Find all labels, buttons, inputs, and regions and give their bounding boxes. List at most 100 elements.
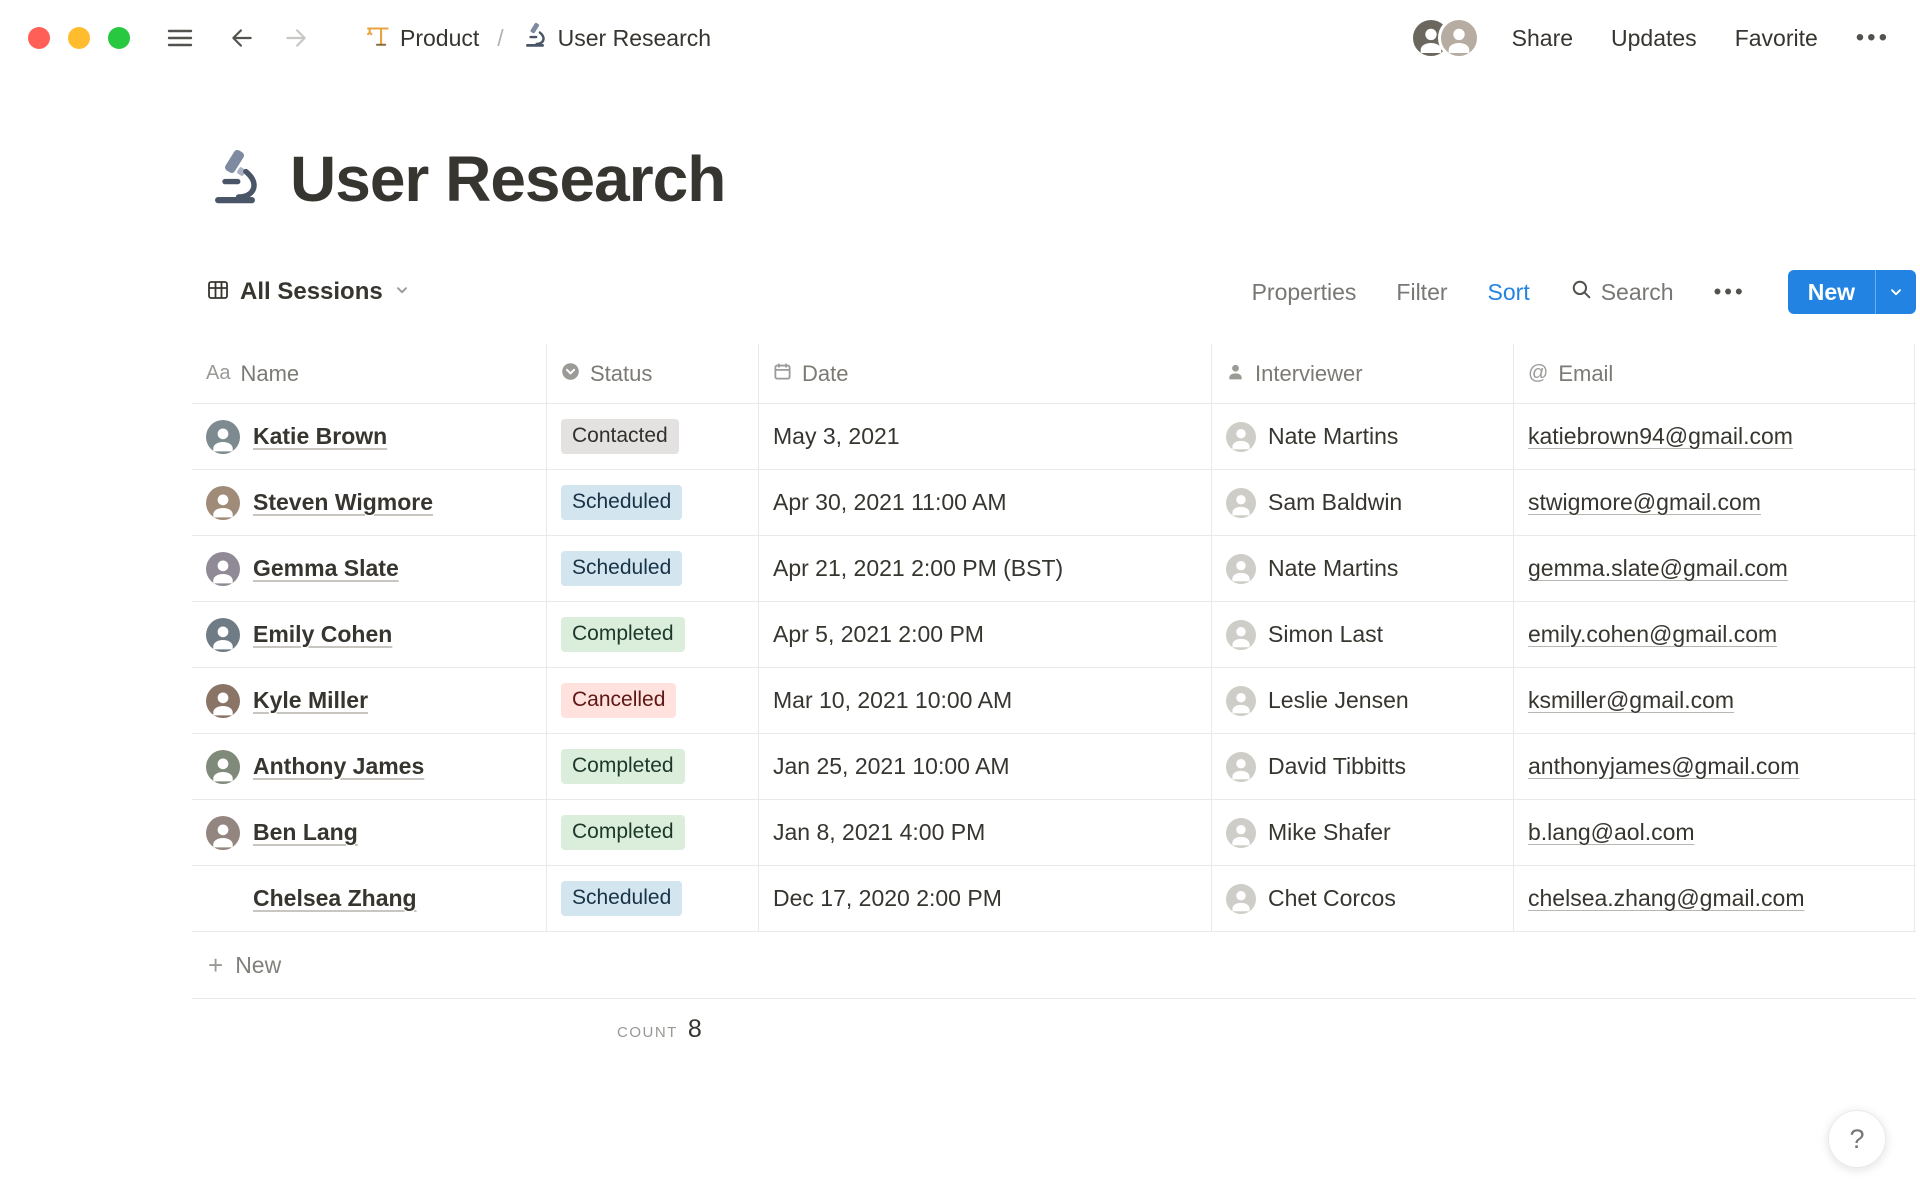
cell-status[interactable]: Scheduled: [547, 470, 759, 535]
cell-name[interactable]: Chelsea Zhang: [192, 866, 547, 931]
row-page-link[interactable]: Chelsea Zhang: [253, 885, 417, 912]
new-entry-dropdown-icon[interactable]: [1876, 270, 1916, 314]
cell-name[interactable]: Gemma Slate: [192, 536, 547, 601]
add-row-button[interactable]: + New: [192, 932, 1916, 999]
search-icon: [1570, 278, 1592, 306]
cell-date[interactable]: Apr 5, 2021 2:00 PM: [759, 602, 1212, 667]
updates-button[interactable]: Updates: [1611, 25, 1697, 52]
avatar: [206, 683, 240, 718]
row-page-link[interactable]: Gemma Slate: [253, 555, 399, 582]
row-page-link[interactable]: Emily Cohen: [253, 621, 392, 648]
avatar: [1226, 421, 1256, 452]
cell-status[interactable]: Scheduled: [547, 866, 759, 931]
text-icon: Aa: [206, 362, 231, 384]
cell-date[interactable]: Apr 21, 2021 2:00 PM (BST): [759, 536, 1212, 601]
cell-status[interactable]: Completed: [547, 734, 759, 799]
cell-email[interactable]: gemma.slate@gmail.com: [1514, 536, 1915, 601]
email-link[interactable]: anthonyjames@gmail.com: [1528, 753, 1799, 780]
plus-icon: +: [208, 950, 224, 980]
cell-status[interactable]: Contacted: [547, 404, 759, 469]
cell-email[interactable]: b.lang@aol.com: [1514, 800, 1915, 865]
column-header-name[interactable]: Aa Name: [192, 344, 547, 403]
table-row: Emily Cohen Completed Apr 5, 2021 2:00 P…: [192, 602, 1916, 668]
cell-name[interactable]: Anthony James: [192, 734, 547, 799]
properties-button[interactable]: Properties: [1252, 279, 1357, 306]
cell-date[interactable]: Apr 30, 2021 11:00 AM: [759, 470, 1212, 535]
cell-date[interactable]: May 3, 2021: [759, 404, 1212, 469]
email-link[interactable]: emily.cohen@gmail.com: [1528, 621, 1777, 648]
cell-interviewer[interactable]: Simon Last: [1212, 602, 1514, 667]
cell-name[interactable]: Katie Brown: [192, 404, 547, 469]
cell-name[interactable]: Emily Cohen: [192, 602, 547, 667]
favorite-button[interactable]: Favorite: [1735, 25, 1818, 52]
page-title: User Research: [290, 143, 726, 215]
email-link[interactable]: chelsea.zhang@gmail.com: [1528, 885, 1804, 912]
zoom-window-button[interactable]: [108, 27, 130, 49]
cell-name[interactable]: Kyle Miller: [192, 668, 547, 733]
cell-interviewer[interactable]: Mike Shafer: [1212, 800, 1514, 865]
forward-arrow-icon[interactable]: [282, 25, 310, 51]
email-link[interactable]: katiebrown94@gmail.com: [1528, 423, 1793, 450]
cell-interviewer[interactable]: Leslie Jensen: [1212, 668, 1514, 733]
share-button[interactable]: Share: [1512, 25, 1573, 52]
cell-name[interactable]: Ben Lang: [192, 800, 547, 865]
cell-status[interactable]: Completed: [547, 800, 759, 865]
search-button[interactable]: Search: [1570, 278, 1674, 306]
view-more-options-icon[interactable]: •••: [1714, 279, 1746, 305]
email-link[interactable]: b.lang@aol.com: [1528, 819, 1695, 846]
row-page-link[interactable]: Steven Wigmore: [253, 489, 433, 516]
column-header-email[interactable]: @ Email: [1514, 344, 1915, 403]
column-header-status[interactable]: Status: [547, 344, 759, 403]
collaborator-avatar[interactable]: [1437, 17, 1480, 59]
row-page-link[interactable]: Ben Lang: [253, 819, 358, 846]
row-page-link[interactable]: Kyle Miller: [253, 687, 368, 714]
help-button[interactable]: ?: [1828, 1110, 1886, 1168]
table-row: Katie Brown Contacted May 3, 2021 Nate M…: [192, 404, 1916, 470]
cell-interviewer[interactable]: Nate Martins: [1212, 536, 1514, 601]
cell-status[interactable]: Scheduled: [547, 536, 759, 601]
column-header-date[interactable]: Date: [759, 344, 1212, 403]
cell-interviewer[interactable]: Sam Baldwin: [1212, 470, 1514, 535]
breadcrumb-product[interactable]: Product: [364, 22, 479, 54]
cell-email[interactable]: stwigmore@gmail.com: [1514, 470, 1915, 535]
cell-name[interactable]: Steven Wigmore: [192, 470, 547, 535]
cell-email[interactable]: katiebrown94@gmail.com: [1514, 404, 1915, 469]
filter-button[interactable]: Filter: [1396, 279, 1447, 306]
status-badge: Cancelled: [561, 683, 677, 718]
cell-email[interactable]: ksmiller@gmail.com: [1514, 668, 1915, 733]
new-entry-split-button: New: [1787, 270, 1916, 314]
new-entry-button[interactable]: New: [1788, 270, 1875, 314]
cell-date[interactable]: Jan 25, 2021 10:00 AM: [759, 734, 1212, 799]
cell-interviewer[interactable]: Nate Martins: [1212, 404, 1514, 469]
row-page-link[interactable]: Katie Brown: [253, 423, 387, 450]
cell-email[interactable]: emily.cohen@gmail.com: [1514, 602, 1915, 667]
email-link[interactable]: gemma.slate@gmail.com: [1528, 555, 1788, 582]
cell-status[interactable]: Completed: [547, 602, 759, 667]
window-top-bar: Product / User Research Share Updates Fa…: [0, 0, 1920, 76]
close-window-button[interactable]: [28, 27, 50, 49]
cell-date[interactable]: Dec 17, 2020 2:00 PM: [759, 866, 1212, 931]
sidebar-menu-icon[interactable]: [166, 26, 194, 50]
cell-date[interactable]: Mar 10, 2021 10:00 AM: [759, 668, 1212, 733]
cell-status[interactable]: Cancelled: [547, 668, 759, 733]
cell-date[interactable]: Jan 8, 2021 4:00 PM: [759, 800, 1212, 865]
view-tab-all-sessions[interactable]: All Sessions: [192, 278, 411, 307]
cell-email[interactable]: chelsea.zhang@gmail.com: [1514, 866, 1915, 931]
breadcrumb-current[interactable]: User Research: [522, 22, 711, 54]
cell-email[interactable]: anthonyjames@gmail.com: [1514, 734, 1915, 799]
microscope-icon[interactable]: [206, 148, 264, 211]
back-arrow-icon[interactable]: [228, 25, 256, 51]
table-count: COUNT 8: [617, 1015, 1916, 1044]
breadcrumb-separator: /: [497, 24, 504, 51]
email-link[interactable]: ksmiller@gmail.com: [1528, 687, 1734, 714]
minimize-window-button[interactable]: [68, 27, 90, 49]
chevron-down-icon: [393, 282, 411, 303]
row-page-link[interactable]: Anthony James: [253, 753, 424, 780]
sort-button[interactable]: Sort: [1488, 279, 1530, 306]
count-label[interactable]: COUNT: [617, 1024, 678, 1041]
email-link[interactable]: stwigmore@gmail.com: [1528, 489, 1761, 516]
column-header-interviewer[interactable]: Interviewer: [1212, 344, 1514, 403]
cell-interviewer[interactable]: Chet Corcos: [1212, 866, 1514, 931]
cell-interviewer[interactable]: David Tibbitts: [1212, 734, 1514, 799]
more-options-icon[interactable]: •••: [1856, 24, 1890, 52]
